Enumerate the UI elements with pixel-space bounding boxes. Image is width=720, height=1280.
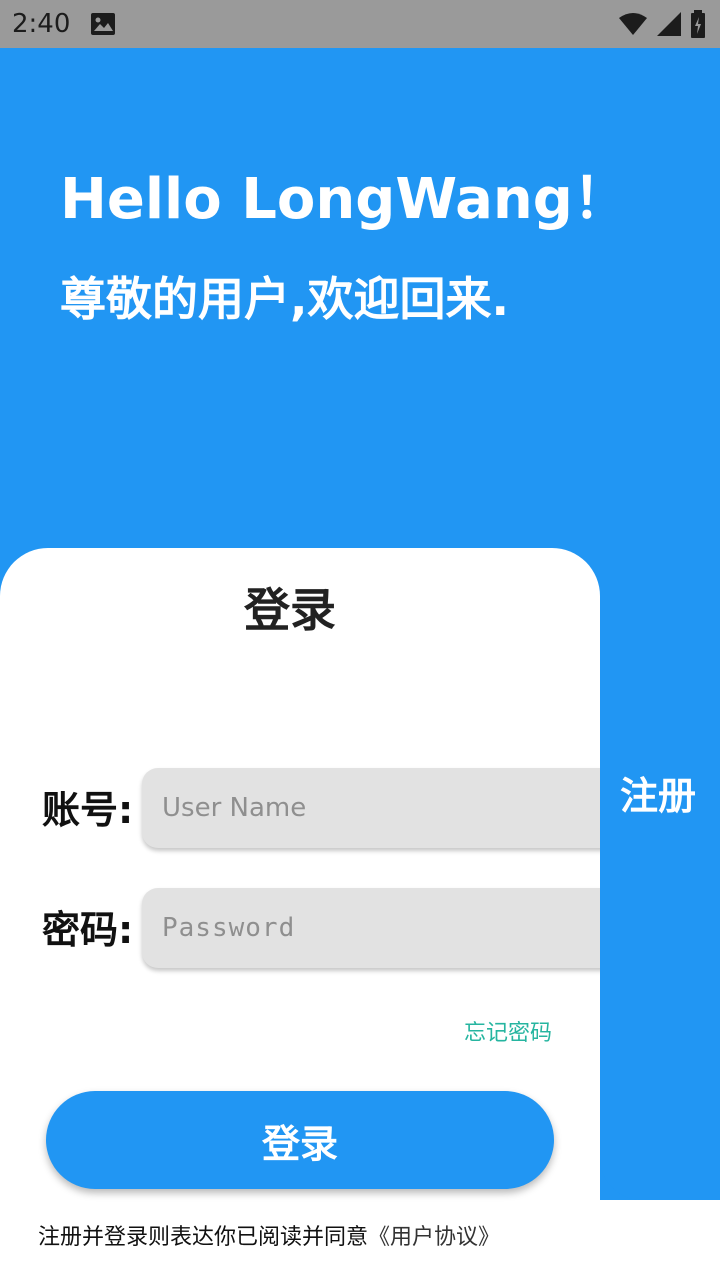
forgot-password-link[interactable]: 忘记密码 <box>464 1018 552 1050</box>
signal-icon <box>657 12 681 36</box>
user-agreement-link[interactable]: 《用户协议》 <box>368 1225 500 1250</box>
username-label: 账号: <box>42 788 134 832</box>
login-card-title: 登录 <box>244 583 336 637</box>
password-input[interactable] <box>142 888 600 968</box>
greeting-subtitle: 尊敬的用户,欢迎回来. <box>60 272 509 326</box>
status-time: 2:40 <box>12 9 71 39</box>
register-tab[interactable] <box>600 548 720 1200</box>
password-label: 密码: <box>42 908 134 952</box>
login-button[interactable]: 登录 <box>46 1091 554 1189</box>
status-bar: 2:40 <box>0 0 720 48</box>
login-card: 登录 账号: 密码: 忘记密码 登录 <box>0 548 600 1280</box>
username-input[interactable] <box>142 768 600 848</box>
status-icons <box>618 10 706 38</box>
battery-icon <box>691 10 705 38</box>
wifi-icon <box>619 13 647 35</box>
agreement-statement: 注册并登录则表达你已阅读并同意 <box>38 1225 369 1250</box>
register-tab-label[interactable]: 注册 <box>620 770 696 822</box>
greeting-title: Hello LongWang！ <box>60 167 629 232</box>
image-icon <box>91 13 115 35</box>
agreement-text: 注册并登录则表达你已阅读并同意《用户协议》 <box>38 1222 500 1254</box>
